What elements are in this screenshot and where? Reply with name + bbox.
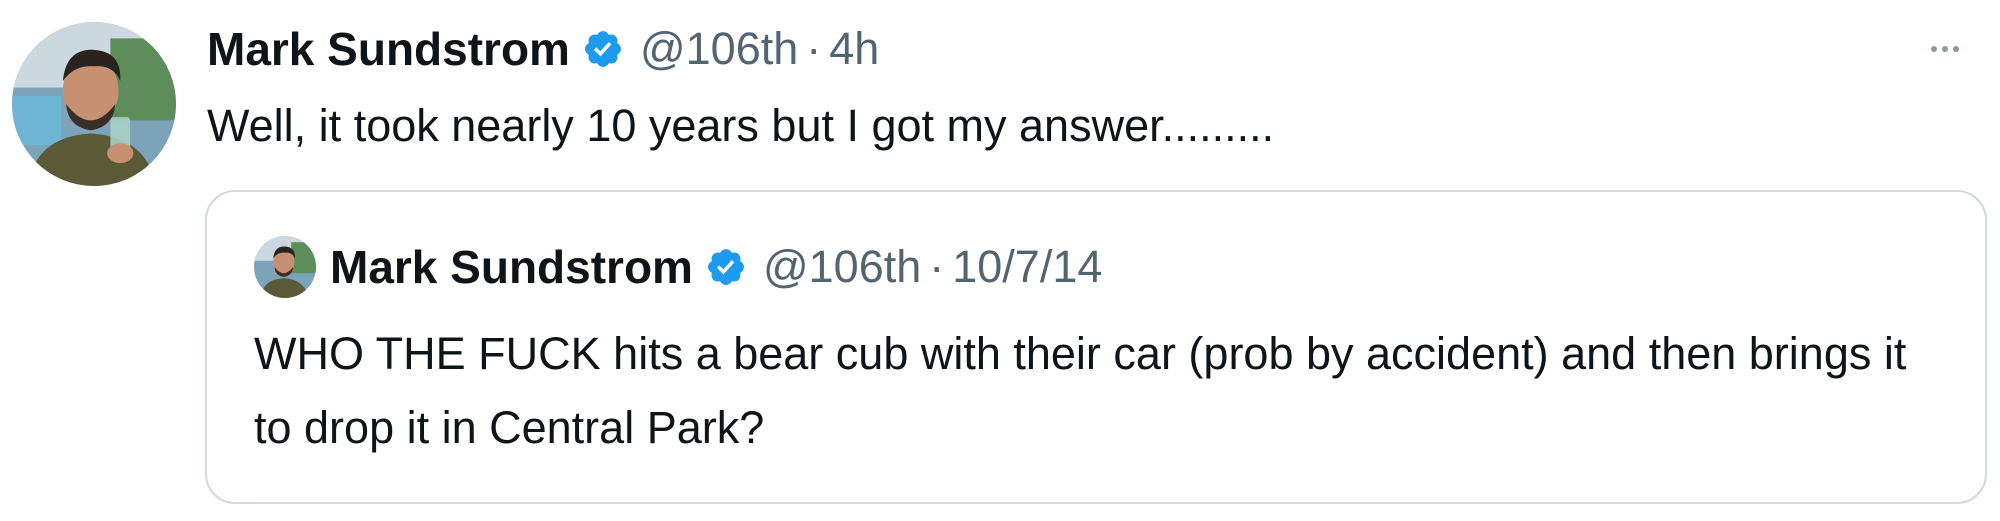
quoted-tweet-time: 10/7/14	[952, 241, 1103, 292]
quoted-author-name: Mark Sundstrom	[330, 241, 693, 293]
quoted-tweet-header: Mark Sundstrom @106th · 10/7/14	[254, 232, 1102, 302]
tweet-text: Well, it took nearly 10 years but I got …	[207, 100, 1275, 151]
tweet-header: Mark Sundstrom @106th · 4h	[207, 14, 879, 84]
author-handle[interactable]: @106th	[640, 23, 798, 75]
tweet-time[interactable]: 4h	[829, 23, 879, 75]
verified-badge-icon	[582, 28, 624, 70]
quoted-author-handle: @106th	[762, 241, 922, 292]
tweet: Mark Sundstrom @106th · 4h Well, it took…	[0, 0, 2000, 521]
author-avatar[interactable]	[12, 22, 176, 186]
more-options-icon[interactable]	[1916, 20, 1974, 78]
verified-badge-icon	[705, 246, 747, 288]
avatar-photo	[12, 22, 176, 186]
author-name[interactable]: Mark Sundstrom	[207, 22, 570, 76]
separator: ·	[806, 23, 822, 74]
avatar-photo	[254, 236, 316, 298]
quoted-author-avatar	[254, 236, 316, 298]
separator: ·	[929, 241, 945, 292]
quoted-tweet-card[interactable]: Mark Sundstrom @106th · 10/7/14 WHO THE …	[205, 190, 1987, 504]
quoted-tweet-text: WHO THE FUCK hits a bear cub with their …	[254, 328, 1907, 453]
